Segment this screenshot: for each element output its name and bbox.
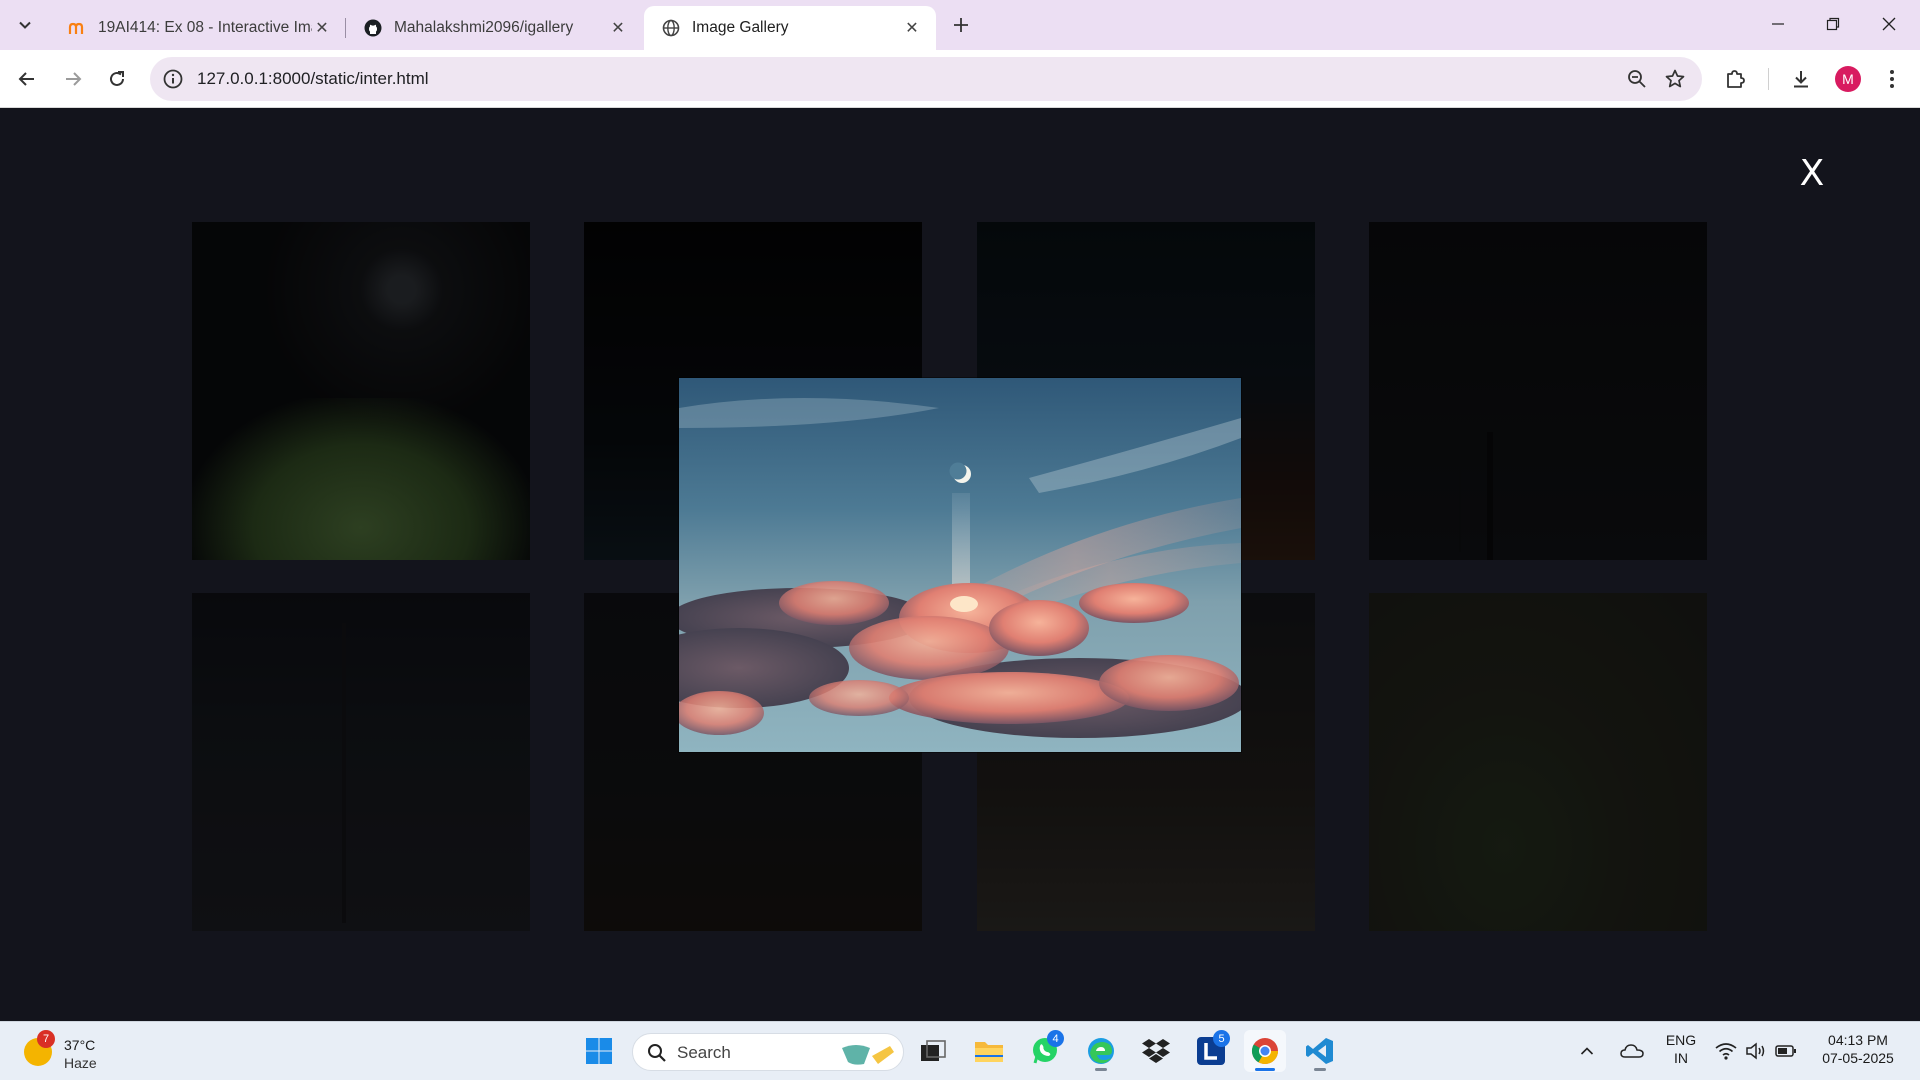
bookmark-star-icon[interactable] bbox=[1664, 68, 1686, 90]
arrow-right-icon bbox=[66, 72, 82, 86]
sunset-moon-picture bbox=[679, 378, 1241, 752]
chrome-button[interactable] bbox=[1244, 1030, 1286, 1072]
tab-close-icon[interactable]: ✕ bbox=[312, 18, 332, 38]
gallery-page: X bbox=[0, 109, 1920, 1021]
url-text[interactable]: 127.0.0.1:8000/static/inter.html bbox=[197, 69, 429, 89]
whatsapp-badge: 4 bbox=[1047, 1030, 1064, 1047]
chevron-up-icon bbox=[1580, 1047, 1594, 1055]
arrow-left-icon bbox=[18, 72, 34, 86]
app-l-button[interactable]: 5 bbox=[1190, 1030, 1232, 1072]
extensions-button[interactable] bbox=[1718, 62, 1752, 96]
github-icon bbox=[364, 19, 382, 37]
reload-button[interactable] bbox=[100, 62, 134, 96]
dropbox-button[interactable] bbox=[1135, 1030, 1177, 1072]
chrome-icon bbox=[1251, 1038, 1279, 1065]
search-placeholder: Search bbox=[677, 1043, 731, 1062]
whatsapp-button[interactable]: 4 bbox=[1024, 1030, 1066, 1072]
dropbox-icon bbox=[1142, 1039, 1170, 1063]
tab-image-gallery[interactable]: Image Gallery ✕ bbox=[644, 6, 936, 50]
plus-icon bbox=[954, 18, 968, 32]
gallery-image-8[interactable] bbox=[1369, 593, 1707, 931]
tab-title: Image Gallery bbox=[692, 19, 789, 36]
volume-icon bbox=[1746, 1042, 1765, 1060]
chevron-down-icon bbox=[19, 21, 31, 29]
clock-date: 07-05-2025 bbox=[1822, 1050, 1894, 1066]
tab-title: Mahalakshmi2096/igallery bbox=[394, 19, 574, 36]
downloads-button[interactable] bbox=[1784, 62, 1818, 96]
wifi-icon bbox=[1715, 1043, 1737, 1060]
search-highlight-icon bbox=[842, 1045, 894, 1065]
clock-time: 04:13 PM bbox=[1828, 1032, 1888, 1048]
lang-line-2: IN bbox=[1674, 1050, 1688, 1066]
cloud-icon bbox=[1620, 1044, 1644, 1058]
language-indicator[interactable]: ENG IN bbox=[1664, 1031, 1698, 1067]
taskbar: 7 37°C Haze Search 4 5 ENG IN 04:13 PM 0… bbox=[0, 1021, 1920, 1080]
task-view-icon bbox=[921, 1040, 946, 1061]
gallery-image-1[interactable] bbox=[192, 222, 530, 560]
clock[interactable]: 04:13 PM 07-05-2025 bbox=[1810, 1031, 1906, 1067]
site-info-icon[interactable] bbox=[162, 68, 184, 90]
show-hidden-icons-button[interactable] bbox=[1572, 1030, 1602, 1072]
task-view-button[interactable] bbox=[912, 1030, 954, 1072]
lightbox-image[interactable] bbox=[679, 378, 1241, 752]
forward-button[interactable] bbox=[56, 62, 90, 96]
address-bar[interactable]: 127.0.0.1:8000/static/inter.html bbox=[150, 57, 1702, 101]
puzzle-icon bbox=[1727, 70, 1745, 88]
vscode-button[interactable] bbox=[1299, 1030, 1341, 1072]
lightbox-close-button[interactable]: X bbox=[1790, 151, 1834, 195]
tab-close-icon[interactable]: ✕ bbox=[608, 18, 628, 38]
search-icon bbox=[648, 1044, 666, 1062]
folder-icon bbox=[975, 1042, 1003, 1062]
zoom-icon[interactable] bbox=[1626, 68, 1648, 90]
browser-menu-button[interactable] bbox=[1875, 62, 1909, 96]
tab-search-button[interactable] bbox=[10, 10, 40, 40]
tab-moodle[interactable]: 19AI414: Ex 08 - Interactive Ima ✕ bbox=[50, 6, 346, 50]
restore-button[interactable] bbox=[1811, 8, 1855, 40]
start-button[interactable] bbox=[578, 1030, 620, 1072]
active-indicator bbox=[1255, 1068, 1275, 1071]
windows-logo-icon bbox=[586, 1038, 612, 1064]
more-vert-icon bbox=[1890, 70, 1894, 88]
tab-github[interactable]: Mahalakshmi2096/igallery ✕ bbox=[346, 6, 642, 50]
moodle-icon bbox=[68, 19, 86, 37]
reload-icon bbox=[110, 71, 124, 86]
gallery-image-4[interactable] bbox=[1369, 222, 1707, 560]
file-explorer-button[interactable] bbox=[968, 1030, 1010, 1072]
running-indicator bbox=[1314, 1068, 1326, 1071]
tab-title: 19AI414: Ex 08 - Interactive Ima bbox=[98, 19, 312, 36]
profile-avatar[interactable]: M bbox=[1835, 66, 1861, 92]
lang-line-1: ENG bbox=[1665, 1032, 1697, 1048]
quick-settings-button[interactable] bbox=[1712, 1030, 1800, 1072]
weather-widget[interactable]: 7 37°C Haze bbox=[20, 1030, 120, 1074]
weather-condition: Haze bbox=[64, 1055, 97, 1071]
edge-icon bbox=[1088, 1038, 1114, 1064]
gallery-image-5[interactable] bbox=[192, 593, 530, 931]
minimize-button[interactable] bbox=[1756, 8, 1800, 40]
vscode-icon bbox=[1306, 1038, 1333, 1064]
taskbar-search[interactable]: Search bbox=[632, 1033, 904, 1071]
weather-badge: 7 bbox=[37, 1030, 55, 1048]
back-button[interactable] bbox=[10, 62, 44, 96]
browser-toolbar: 127.0.0.1:8000/static/inter.html M bbox=[0, 50, 1920, 108]
edge-button[interactable] bbox=[1080, 1030, 1122, 1072]
app-l-badge: 5 bbox=[1213, 1030, 1230, 1047]
running-indicator bbox=[1095, 1068, 1107, 1071]
close-window-button[interactable] bbox=[1867, 8, 1911, 40]
battery-icon bbox=[1775, 1045, 1796, 1057]
download-icon bbox=[1794, 71, 1808, 88]
onedrive-button[interactable] bbox=[1614, 1030, 1650, 1072]
new-tab-button[interactable] bbox=[946, 10, 976, 40]
tab-strip: 19AI414: Ex 08 - Interactive Ima ✕ Mahal… bbox=[0, 0, 1920, 50]
toolbar-divider bbox=[1768, 68, 1769, 90]
restore-icon bbox=[1826, 17, 1840, 31]
globe-icon bbox=[662, 19, 680, 37]
tab-close-icon[interactable]: ✕ bbox=[902, 18, 922, 38]
minimize-icon bbox=[1772, 23, 1784, 25]
weather-temp: 37°C bbox=[64, 1037, 96, 1053]
close-icon bbox=[1882, 17, 1896, 31]
